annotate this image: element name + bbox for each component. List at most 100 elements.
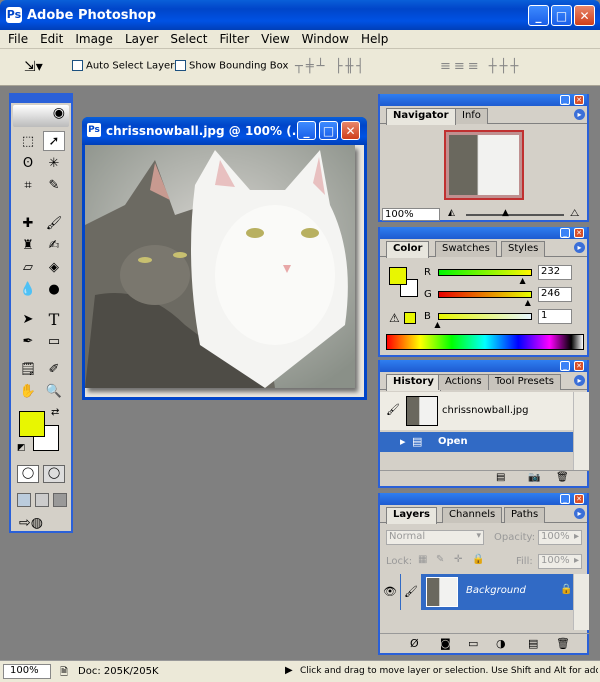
adobe-eye-icon[interactable]: ◉ — [13, 105, 69, 127]
gamut-swatch[interactable] — [404, 312, 416, 324]
menu-file[interactable]: File — [2, 30, 34, 48]
layer-set-icon[interactable]: ▭ — [468, 637, 478, 650]
screen-mode-standard-icon[interactable] — [17, 493, 31, 507]
zoom-tool-icon[interactable]: 🔍 — [43, 381, 65, 401]
document-minimize-button[interactable]: _ — [297, 121, 316, 140]
history-close-icon[interactable]: ✕ — [574, 361, 584, 371]
align-buttons-icon[interactable]: ┬╪┴ ├╫┤ — [295, 59, 367, 74]
navigator-zoom-field[interactable]: 100% — [382, 208, 440, 221]
slider-bar-red[interactable] — [438, 269, 532, 276]
distribute-buttons-icon[interactable]: ≡≡≡ ┼┼┼ — [440, 59, 521, 74]
opacity-field[interactable]: 100% ▸ — [538, 530, 582, 545]
delete-layer-icon[interactable]: 🗑 — [556, 637, 570, 650]
lock-all-icon[interactable]: 🔒 — [472, 554, 484, 565]
slice-tool-icon[interactable]: ✎ — [43, 175, 65, 195]
tab-navigator[interactable]: Navigator — [386, 108, 456, 125]
history-minimize-icon[interactable]: _ — [560, 361, 570, 371]
menu-edit[interactable]: Edit — [34, 30, 69, 48]
color-menu-arrow-icon[interactable]: ▸ — [574, 242, 585, 253]
layers-scrollbar[interactable] — [573, 574, 589, 630]
slider-bar-green[interactable] — [438, 291, 532, 298]
lock-transparent-icon[interactable]: ▦ — [418, 554, 427, 565]
slider-bar-blue[interactable] — [438, 313, 532, 320]
tab-swatches[interactable]: Swatches — [435, 241, 497, 257]
layers-panel-title[interactable]: _ ✕ — [380, 493, 587, 505]
blend-mode-select[interactable]: Normal ▾ — [386, 530, 484, 545]
blur-tool-icon[interactable]: 💧 — [17, 279, 39, 299]
layer-visibility-eye-icon[interactable]: 👁 — [380, 574, 400, 610]
layers-close-icon[interactable]: ✕ — [574, 494, 584, 504]
foreground-color-swatch[interactable] — [19, 411, 45, 437]
slider-thumb-green[interactable]: ▲ — [525, 298, 531, 307]
type-tool-icon[interactable]: T — [43, 309, 65, 329]
adjustment-layer-icon[interactable]: ◑ — [496, 637, 506, 650]
paint-bucket-icon[interactable]: ◈ — [43, 257, 65, 277]
tab-paths[interactable]: Paths — [504, 507, 546, 523]
new-layer-icon[interactable]: ▤ — [528, 637, 538, 650]
clone-stamp-icon[interactable]: ♜ — [17, 235, 39, 255]
value-field-blue[interactable]: 1 — [538, 309, 572, 324]
navigator-preview[interactable] — [444, 130, 524, 200]
menu-view[interactable]: View — [255, 30, 295, 48]
color-fg-swatch[interactable] — [389, 267, 407, 285]
color-panel-title[interactable]: _ ✕ — [380, 227, 587, 239]
new-snapshot-icon[interactable]: 📷 — [528, 472, 540, 483]
navigator-menu-arrow-icon[interactable]: ▸ — [574, 109, 585, 120]
menu-image[interactable]: Image — [69, 30, 119, 48]
status-menu-arrow-icon[interactable]: ▶ — [285, 665, 293, 676]
layers-minimize-icon[interactable]: _ — [560, 494, 570, 504]
zoom-slider-thumb[interactable]: ▲ — [502, 208, 509, 218]
path-select-icon[interactable]: ➤ — [17, 309, 39, 329]
crop-tool-icon[interactable]: ⌗ — [17, 175, 39, 195]
magic-wand-icon[interactable]: ✳ — [43, 153, 65, 173]
history-panel-title[interactable]: _ ✕ — [380, 360, 587, 372]
hand-tool-icon[interactable]: ✋ — [17, 381, 39, 401]
zoom-slider[interactable] — [466, 214, 564, 216]
notes-tool-icon[interactable]: 🗒 — [17, 359, 39, 379]
tab-actions[interactable]: Actions — [438, 374, 489, 390]
screen-mode-full-icon[interactable] — [53, 493, 67, 507]
dodge-tool-icon[interactable]: ● — [43, 279, 65, 299]
menu-filter[interactable]: Filter — [213, 30, 255, 48]
swap-colors-icon[interactable]: ⇄ — [51, 407, 59, 418]
maximize-button[interactable]: □ — [551, 5, 572, 26]
jump-to-imageready-icon[interactable]: ⇨◍ — [19, 515, 43, 531]
layers-menu-arrow-icon[interactable]: ▸ — [574, 508, 585, 519]
move-tool-icon[interactable]: ➚ — [43, 131, 65, 151]
healing-brush-icon[interactable]: ✚ — [17, 213, 39, 233]
slider-thumb-red[interactable]: ▲ — [520, 276, 526, 285]
gamut-warning-icon[interactable]: ⚠ — [389, 311, 400, 325]
navigator-panel-title[interactable]: _ ✕ — [380, 94, 587, 106]
bounding-box-checkbox[interactable]: Show Bounding Box — [175, 60, 288, 72]
layer-style-icon[interactable]: Ø — [410, 637, 419, 650]
shape-tool-icon[interactable]: ▭ — [43, 331, 65, 351]
brush-tool-icon[interactable]: 🖌 — [43, 213, 65, 233]
value-field-red[interactable]: 232 — [538, 265, 572, 280]
history-snapshot-row[interactable]: 🖌 chrissnowball.jpg — [380, 392, 573, 430]
tab-channels[interactable]: Channels — [442, 507, 503, 523]
fill-field[interactable]: 100% ▸ — [538, 554, 582, 569]
pen-tool-icon[interactable]: ✒ — [17, 331, 39, 351]
tab-layers[interactable]: Layers — [386, 507, 437, 524]
tab-info[interactable]: Info — [455, 108, 488, 124]
color-minimize-icon[interactable]: _ — [560, 228, 570, 238]
new-document-icon[interactable]: ▤ — [496, 472, 505, 483]
auto-select-checkbox[interactable]: Auto Select Layer — [72, 60, 174, 72]
layer-row-background[interactable]: 👁 🖌 Background 🔒 — [380, 574, 573, 610]
lasso-tool-icon[interactable]: ʘ — [17, 153, 39, 173]
history-step-open[interactable]: ▸ ▤ Open — [380, 432, 573, 452]
tab-color[interactable]: Color — [386, 241, 430, 258]
default-colors-icon[interactable]: ◩ — [17, 443, 26, 453]
quick-mask-button[interactable]: ◯ — [43, 465, 65, 483]
tab-history[interactable]: History — [386, 374, 441, 391]
delete-state-icon[interactable]: 🗑 — [556, 472, 569, 483]
zoom-out-icon[interactable]: ◭ — [448, 208, 455, 218]
layer-mask-icon[interactable]: ◙ — [440, 637, 451, 650]
color-spectrum-bar[interactable] — [386, 334, 584, 350]
close-button[interactable]: ✕ — [574, 5, 595, 26]
color-close-icon[interactable]: ✕ — [574, 228, 584, 238]
document-close-button[interactable]: ✕ — [341, 121, 360, 140]
lock-image-icon[interactable]: ✎ — [436, 554, 444, 565]
eyedropper-icon[interactable]: ✐ — [43, 359, 65, 379]
status-zoom-field[interactable]: 100% — [3, 664, 51, 679]
